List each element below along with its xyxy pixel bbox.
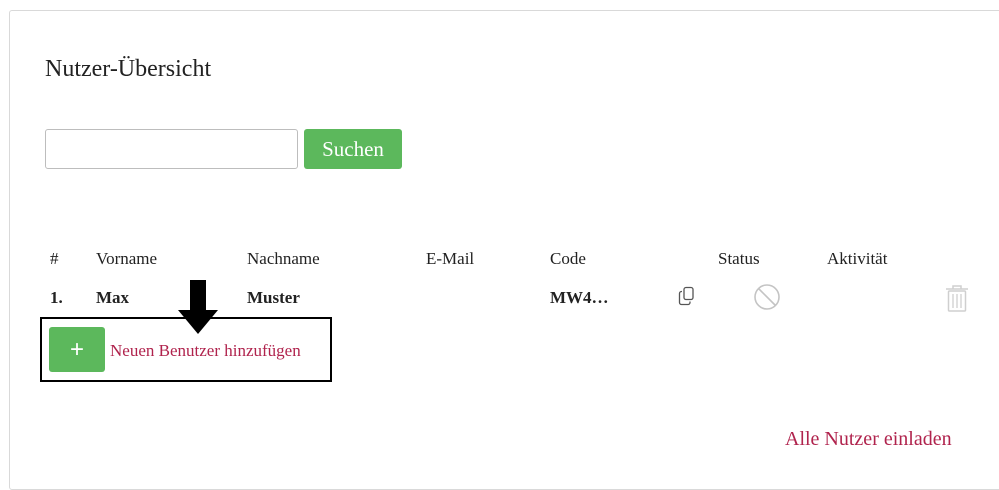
page-title: Nutzer-Übersicht [45, 56, 212, 82]
row-last-name: Muster [247, 288, 300, 307]
trash-icon[interactable] [945, 283, 969, 318]
row-first-name: Max [96, 288, 130, 307]
copy-icon[interactable] [678, 286, 696, 311]
row-index: 1. [50, 288, 63, 307]
column-header-first-name: Vorname [96, 249, 158, 268]
search-button[interactable]: Suchen [304, 129, 402, 169]
search-input[interactable] [45, 129, 298, 169]
blocked-status-icon[interactable] [753, 283, 781, 316]
add-user-link[interactable]: Neuen Benutzer hinzufügen [110, 341, 301, 361]
row-code: MW4… [550, 288, 609, 307]
column-header-number: # [50, 249, 59, 268]
down-arrow-icon [178, 280, 218, 339]
column-header-status: Status [718, 249, 760, 268]
invite-all-users-link[interactable]: Alle Nutzer einladen [785, 428, 952, 451]
column-header-last-name: Nachname [247, 249, 320, 268]
column-header-code: Code [550, 249, 586, 268]
column-header-email: E-Mail [426, 249, 475, 268]
add-user-button[interactable]: + [49, 327, 105, 372]
column-header-activity: Aktivität [827, 249, 888, 268]
